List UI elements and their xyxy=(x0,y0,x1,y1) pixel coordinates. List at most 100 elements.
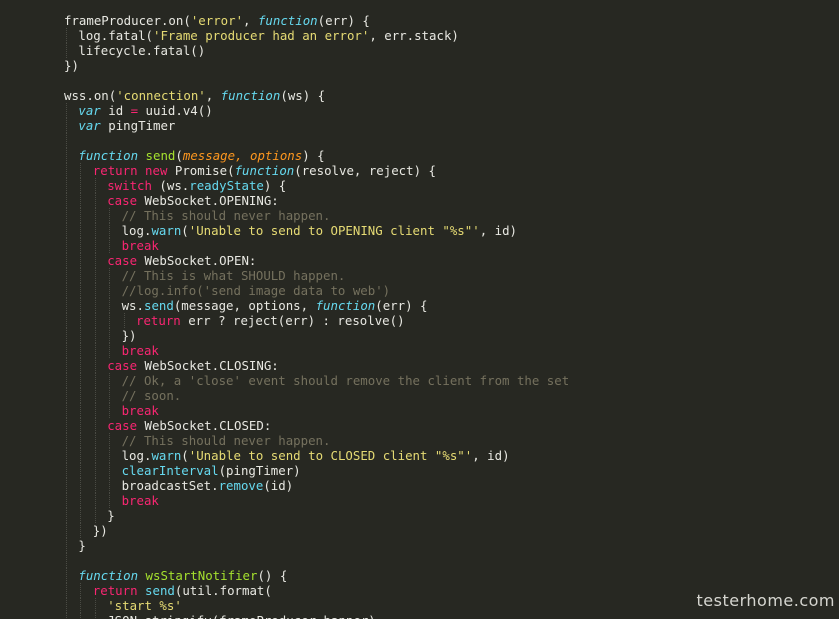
code-token-comment: // This should never happen. xyxy=(121,433,331,448)
indent-guide xyxy=(80,418,82,433)
code-line[interactable]: case WebSocket.OPEN: xyxy=(64,253,569,268)
code-line[interactable]: return send(util.format( xyxy=(64,583,569,598)
indent-guide xyxy=(94,358,96,373)
indent-guide xyxy=(66,598,67,613)
code-line[interactable]: ws.send(message, options, function(err) … xyxy=(64,298,569,313)
code-line[interactable]: } xyxy=(64,508,569,523)
code-line[interactable]: var pingTimer xyxy=(64,118,569,133)
code-line[interactable] xyxy=(64,553,569,568)
indent-guide xyxy=(80,448,82,463)
indent-guide xyxy=(80,583,82,598)
code-line[interactable]: } xyxy=(64,538,569,553)
code-token-text: (util.format( xyxy=(174,583,272,598)
code-line[interactable]: var id = uuid.v4() xyxy=(64,103,569,118)
indent-guide xyxy=(66,478,67,493)
indent-guide xyxy=(94,238,96,253)
indent-guide xyxy=(94,613,96,619)
code-token-str: 'Unable to send to CLOSED client "%s"' xyxy=(188,448,473,463)
code-token-str: 'Unable to send to OPENING client "%s"' xyxy=(188,223,480,238)
code-line[interactable]: // This should never happen. xyxy=(64,433,569,448)
code-line[interactable]: }) xyxy=(64,523,569,538)
indent-guide xyxy=(80,388,82,403)
code-line[interactable]: function send(message, options) { xyxy=(64,148,569,163)
indent-guide xyxy=(80,313,82,328)
code-line[interactable]: case WebSocket.CLOSED: xyxy=(64,418,569,433)
code-line[interactable]: // Ok, a 'close' event should remove the… xyxy=(64,373,569,388)
code-token-text: JSON.stringify(frameProducer.banner) xyxy=(107,613,376,619)
indent-guide xyxy=(109,373,111,388)
code-token-param: message, options xyxy=(182,148,303,163)
code-token-kw: return xyxy=(136,313,181,328)
code-line[interactable]: case WebSocket.CLOSING: xyxy=(64,358,569,373)
indent-guide xyxy=(94,283,96,298)
code-line[interactable]: return err ? reject(err) : resolve() xyxy=(64,313,569,328)
code-token-kw: break xyxy=(121,238,159,253)
code-token-text: log.fatal( xyxy=(78,28,153,43)
indent-guide xyxy=(66,193,67,208)
code-line[interactable]: frameProducer.on('error', function(err) … xyxy=(64,13,569,28)
code-line[interactable]: lifecycle.fatal() xyxy=(64,43,569,58)
code-line[interactable]: log.warn('Unable to send to OPENING clie… xyxy=(64,223,569,238)
indent-guide xyxy=(80,478,82,493)
indent-guide xyxy=(94,463,96,478)
code-line[interactable]: }) xyxy=(64,58,569,73)
indent-guide xyxy=(94,328,96,343)
code-line[interactable]: wss.on('connection', function(ws) { xyxy=(64,88,569,103)
code-token-text: ws. xyxy=(121,298,144,313)
code-area[interactable]: frameProducer.on('error', function(err) … xyxy=(0,13,569,619)
code-line-content: log.warn('Unable to send to CLOSED clien… xyxy=(64,448,510,463)
code-line-content: 'start %s' xyxy=(64,598,182,613)
code-line[interactable]: }) xyxy=(64,328,569,343)
code-token-comment: // Ok, a 'close' event should remove the… xyxy=(121,373,570,388)
indent-guide xyxy=(109,343,111,358)
code-token-storage: function xyxy=(78,148,139,163)
indent-guide xyxy=(94,478,96,493)
code-line[interactable]: break xyxy=(64,403,569,418)
code-line[interactable]: case WebSocket.OPENING: xyxy=(64,193,569,208)
code-token-prop: send xyxy=(143,298,174,313)
indent-guide xyxy=(66,538,67,553)
code-line[interactable]: JSON.stringify(frameProducer.banner) xyxy=(64,613,569,619)
code-line-content: var id = uuid.v4() xyxy=(64,103,213,118)
code-token-prop: remove xyxy=(218,478,264,493)
code-line[interactable]: log.warn('Unable to send to CLOSED clien… xyxy=(64,448,569,463)
code-line[interactable]: // soon. xyxy=(64,388,569,403)
code-token-text: () { xyxy=(257,568,288,583)
code-token-comment: // This is what SHOULD happen. xyxy=(121,268,346,283)
code-line-content: break xyxy=(64,403,159,418)
code-editor[interactable]: frameProducer.on('error', function(err) … xyxy=(0,0,839,619)
indent-guide xyxy=(80,238,82,253)
code-line[interactable]: break xyxy=(64,238,569,253)
code-line-content: case WebSocket.CLOSING: xyxy=(64,358,279,373)
code-token-prop: warn xyxy=(151,223,182,238)
code-token-text: uuid.v4() xyxy=(138,103,213,118)
code-line[interactable]: break xyxy=(64,343,569,358)
code-line[interactable]: // This is what SHOULD happen. xyxy=(64,268,569,283)
indent-guide xyxy=(109,478,111,493)
code-line[interactable]: 'start %s' xyxy=(64,598,569,613)
code-line-content: clearInterval(pingTimer) xyxy=(64,463,301,478)
code-line[interactable]: break xyxy=(64,493,569,508)
code-line[interactable]: switch (ws.readyState) { xyxy=(64,178,569,193)
code-line[interactable] xyxy=(64,73,569,88)
code-line[interactable]: broadcastSet.remove(id) xyxy=(64,478,569,493)
code-line-content: var pingTimer xyxy=(64,118,175,133)
code-line[interactable]: //log.info('send image data to web') xyxy=(64,283,569,298)
code-line[interactable]: // This should never happen. xyxy=(64,208,569,223)
code-token-prop: clearInterval xyxy=(121,463,219,478)
code-token-text: lifecycle.fatal() xyxy=(78,43,206,58)
indent-guide xyxy=(66,388,67,403)
indent-guide xyxy=(94,388,96,403)
code-line[interactable]: clearInterval(pingTimer) xyxy=(64,463,569,478)
code-line-content: broadcastSet.remove(id) xyxy=(64,478,294,493)
code-line[interactable] xyxy=(64,133,569,148)
code-line[interactable]: return new Promise(function(resolve, rej… xyxy=(64,163,569,178)
indent-guide xyxy=(66,328,67,343)
code-token-kw: case xyxy=(107,253,138,268)
code-token-kw: switch xyxy=(107,178,152,193)
code-line[interactable]: function wsStartNotifier() { xyxy=(64,568,569,583)
code-line-content: return err ? reject(err) : resolve() xyxy=(64,313,405,328)
code-line[interactable]: log.fatal('Frame producer had an error',… xyxy=(64,28,569,43)
